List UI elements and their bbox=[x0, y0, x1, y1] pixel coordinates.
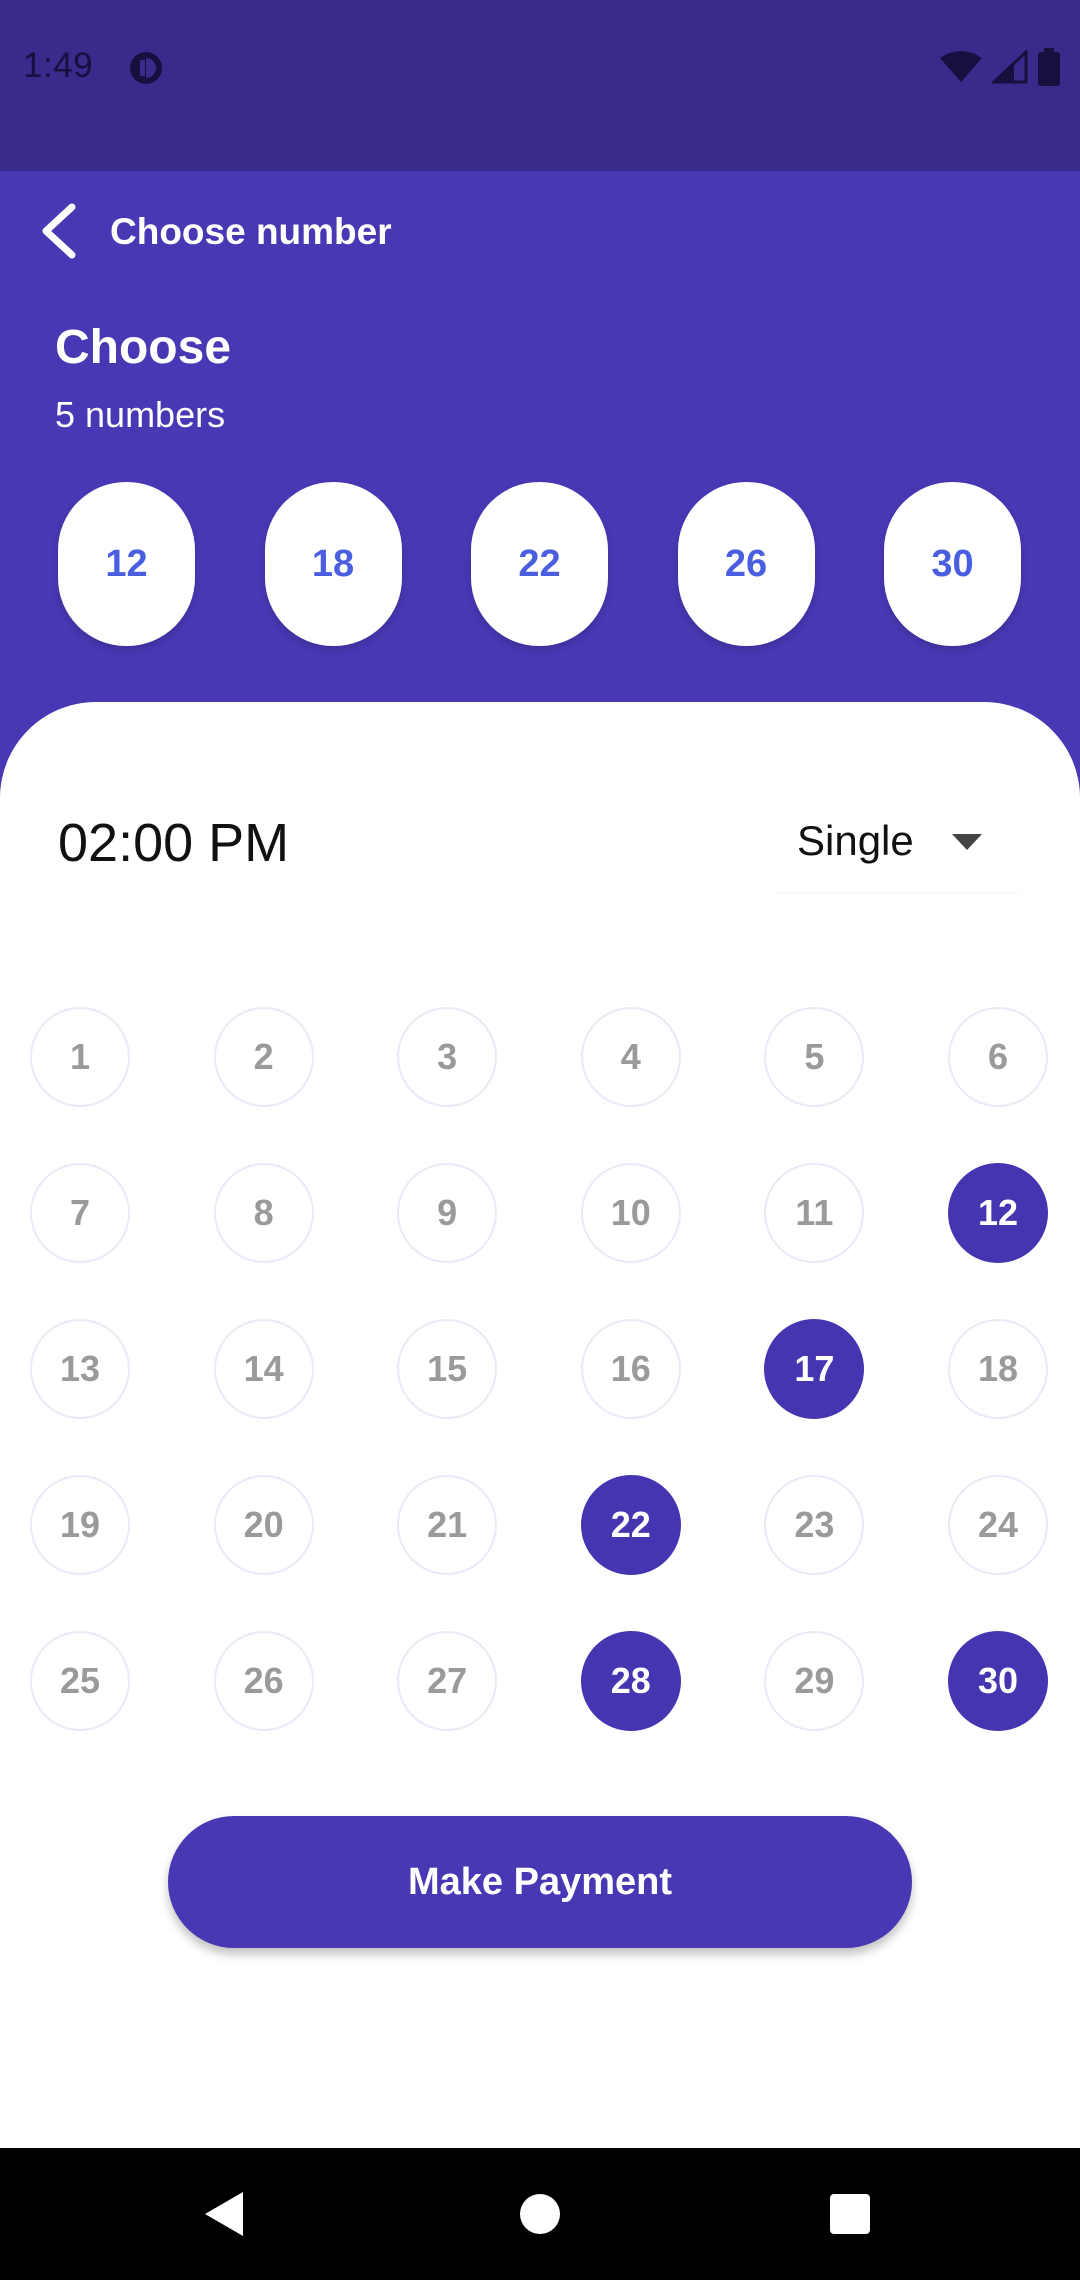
number-ball[interactable]: 29 bbox=[764, 1631, 865, 1731]
number-ball-selected[interactable]: 30 bbox=[948, 1631, 1048, 1731]
number-ball[interactable]: 8 bbox=[213, 1163, 314, 1263]
number-ball[interactable]: 20 bbox=[213, 1475, 314, 1575]
number-ball[interactable]: 25 bbox=[30, 1631, 130, 1731]
picked-numbers: 12 18 22 26 30 bbox=[58, 482, 1022, 646]
number-ball-selected[interactable]: 22 bbox=[580, 1475, 681, 1575]
navigation-bar bbox=[0, 2148, 1080, 2280]
picked-number[interactable]: 22 bbox=[471, 482, 608, 646]
number-ball[interactable]: 21 bbox=[397, 1475, 498, 1575]
number-ball[interactable]: 4 bbox=[580, 1007, 681, 1107]
number-ball[interactable]: 3 bbox=[397, 1007, 498, 1107]
number-ball[interactable]: 11 bbox=[764, 1163, 865, 1263]
picked-number[interactable]: 18 bbox=[264, 482, 402, 646]
page-title: Choose number bbox=[110, 211, 392, 252]
app-bar: Choose number bbox=[0, 171, 1080, 291]
number-ball[interactable]: 14 bbox=[213, 1319, 314, 1419]
number-ball[interactable]: 24 bbox=[948, 1475, 1048, 1575]
cellular-signal-icon bbox=[992, 50, 1028, 84]
nav-recents-icon[interactable] bbox=[820, 2184, 880, 2244]
nav-home-icon[interactable] bbox=[510, 2184, 570, 2244]
picked-number[interactable]: 26 bbox=[677, 482, 815, 646]
number-ball[interactable]: 19 bbox=[30, 1475, 130, 1575]
status-time: 1:49 bbox=[23, 46, 94, 85]
choose-subtitle: 5 numbers bbox=[55, 394, 226, 435]
choose-heading: Choose bbox=[55, 321, 232, 374]
number-ball[interactable]: 7 bbox=[30, 1163, 130, 1263]
number-ball[interactable]: 23 bbox=[764, 1475, 865, 1575]
wifi-icon bbox=[940, 51, 982, 82]
number-ball-selected[interactable]: 17 bbox=[764, 1319, 865, 1419]
number-ball[interactable]: 10 bbox=[580, 1163, 681, 1263]
status-bar: 1:49 bbox=[0, 0, 1080, 171]
ticket-type-value: Single bbox=[797, 817, 914, 864]
back-arrow-icon[interactable] bbox=[36, 201, 92, 261]
number-ball[interactable]: 26 bbox=[213, 1631, 314, 1731]
number-ball[interactable]: 9 bbox=[397, 1163, 498, 1263]
picked-number[interactable]: 30 bbox=[884, 482, 1021, 646]
dropdown-arrow-icon bbox=[952, 834, 982, 850]
number-ball[interactable]: 6 bbox=[948, 1007, 1048, 1107]
number-ball[interactable]: 5 bbox=[764, 1007, 865, 1107]
number-ball[interactable]: 27 bbox=[397, 1631, 498, 1731]
battery-icon bbox=[1038, 48, 1060, 86]
number-ball[interactable]: 15 bbox=[397, 1319, 498, 1419]
status-icons bbox=[940, 48, 1060, 86]
number-ball-selected[interactable]: 12 bbox=[948, 1163, 1048, 1263]
data-saver-icon bbox=[130, 52, 162, 84]
draw-time: 02:00 PM bbox=[58, 813, 290, 873]
make-payment-button[interactable]: Make Payment bbox=[168, 1816, 912, 1948]
nav-back-icon[interactable] bbox=[195, 2184, 255, 2244]
number-ball[interactable]: 1 bbox=[30, 1007, 130, 1107]
ticket-type-dropdown[interactable]: Single bbox=[775, 790, 1023, 892]
number-ball[interactable]: 2 bbox=[213, 1007, 314, 1107]
number-ball[interactable]: 16 bbox=[580, 1319, 681, 1419]
number-ball[interactable]: 13 bbox=[30, 1319, 130, 1419]
picked-number[interactable]: 12 bbox=[58, 482, 195, 646]
number-ball[interactable]: 18 bbox=[948, 1319, 1048, 1419]
number-picker-sheet: 02:00 PM Single 1 2 3 4 5 6 7 8 9 10 11 12 13 14 15 16 1… bbox=[0, 702, 1080, 2149]
number-ball-selected[interactable]: 28 bbox=[580, 1631, 681, 1731]
number-grid: 1 2 3 4 5 6 7 8 9 10 11 12 13 14 15 16 17 18 19 20 21 22 23 24 2… bbox=[30, 1007, 1050, 1807]
